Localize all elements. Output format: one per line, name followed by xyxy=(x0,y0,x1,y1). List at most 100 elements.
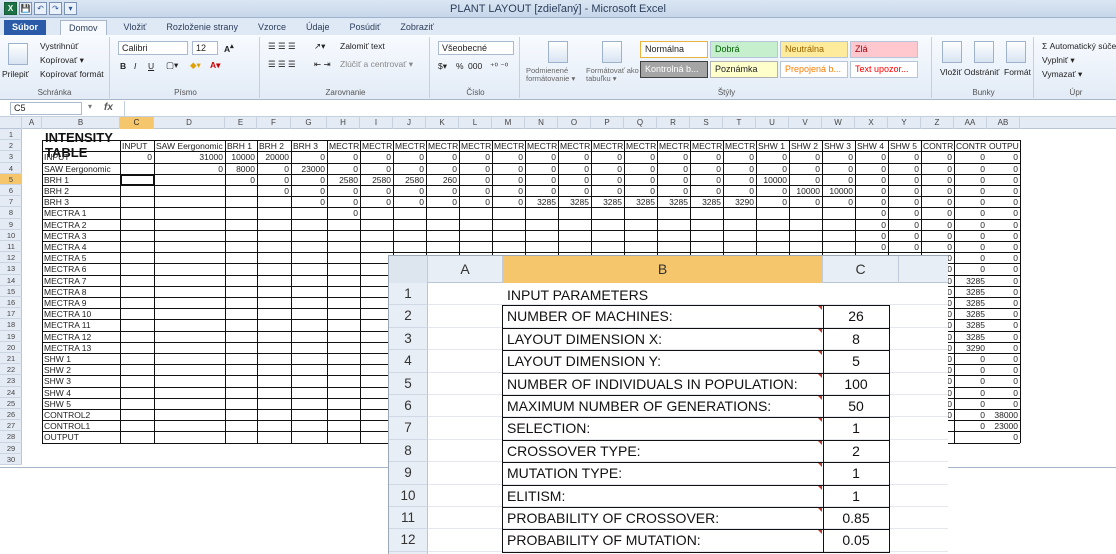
table-cell[interactable]: 0 xyxy=(360,164,393,174)
table-cell[interactable]: 0 xyxy=(987,152,1020,162)
column-header-t[interactable]: T xyxy=(723,117,756,129)
column-header-ab[interactable]: AB xyxy=(987,117,1020,129)
format-as-table-icon[interactable] xyxy=(602,41,622,63)
table-cell[interactable]: 0 xyxy=(327,164,360,174)
table-cell[interactable]: 0 xyxy=(756,152,789,162)
table-cell[interactable]: 0 xyxy=(987,320,1020,330)
table-cell[interactable]: 0 xyxy=(954,421,987,431)
table-cell[interactable]: 0 xyxy=(525,152,558,162)
font-size-combo[interactable]: 12 xyxy=(192,41,218,55)
copy-button[interactable]: Kopírovať ▾ xyxy=(40,55,84,66)
table-cell[interactable]: 0 xyxy=(591,175,624,185)
overlay-row-header-7[interactable]: 7 xyxy=(389,417,428,440)
table-cell[interactable]: 0 xyxy=(789,197,822,207)
tab-page-layout[interactable]: Rozloženie strany xyxy=(163,20,241,35)
table-cell[interactable]: 0 xyxy=(921,242,954,252)
table-cell[interactable]: 0 xyxy=(690,164,723,174)
column-header-m[interactable]: M xyxy=(492,117,525,129)
row-header-8[interactable]: 8 xyxy=(0,207,22,219)
table-cell[interactable]: 0 xyxy=(756,186,789,196)
parameter-value[interactable]: 0.85 xyxy=(823,508,889,529)
table-cell[interactable]: 0 xyxy=(921,186,954,196)
overlay-row-header-2[interactable]: 2 xyxy=(389,305,428,328)
table-cell[interactable]: 0 xyxy=(492,175,525,185)
table-cell[interactable]: 0 xyxy=(987,432,1020,442)
fill-button[interactable]: Vyplniť ▾ xyxy=(1042,55,1075,66)
table-cell[interactable]: 0 xyxy=(327,186,360,196)
row-header-20[interactable]: 20 xyxy=(0,342,22,353)
table-cell[interactable]: 0 xyxy=(954,399,987,409)
table-cell[interactable]: 10000 xyxy=(225,152,257,162)
orientation-icon[interactable]: ↗▾ xyxy=(314,41,325,52)
paste-icon[interactable] xyxy=(8,43,28,65)
table-cell[interactable]: 0 xyxy=(690,186,723,196)
table-cell[interactable]: 0 xyxy=(954,388,987,398)
table-cell[interactable]: 23000 xyxy=(291,164,327,174)
table-cell[interactable]: 0 xyxy=(591,152,624,162)
table-cell[interactable]: 0 xyxy=(987,399,1020,409)
overlay-row-header-10[interactable]: 10 xyxy=(389,484,428,507)
row-header-16[interactable]: 16 xyxy=(0,297,22,309)
column-header-u[interactable]: U xyxy=(756,117,789,129)
table-cell[interactable]: 0 xyxy=(690,152,723,162)
table-cell[interactable]: 0 xyxy=(327,197,360,207)
font-name-combo[interactable]: Calibri xyxy=(118,41,188,55)
table-cell[interactable]: 0 xyxy=(987,164,1020,174)
insert-function-button[interactable]: fx xyxy=(104,102,113,113)
table-cell[interactable]: 0 xyxy=(921,220,954,230)
row-header-25[interactable]: 25 xyxy=(0,398,22,409)
table-cell[interactable]: 0 xyxy=(657,152,690,162)
conditional-format-icon[interactable] xyxy=(548,41,568,63)
column-header-aa[interactable]: AA xyxy=(954,117,987,129)
table-cell[interactable]: 0 xyxy=(624,186,657,196)
row-header-18[interactable]: 18 xyxy=(0,319,22,331)
table-cell[interactable]: 0 xyxy=(954,152,987,162)
row-header-29[interactable]: 29 xyxy=(0,443,22,454)
name-box[interactable]: C5 xyxy=(10,102,82,115)
table-cell[interactable]: 3285 xyxy=(954,309,987,319)
autosum-button[interactable]: Σ Automatický súčet xyxy=(1042,41,1116,51)
table-cell[interactable]: 2580 xyxy=(360,175,393,185)
table-cell[interactable]: 0 xyxy=(855,197,888,207)
italic-button[interactable]: I xyxy=(134,61,136,71)
table-cell[interactable]: 0 xyxy=(657,164,690,174)
overlay-column-header-b[interactable]: B xyxy=(503,256,823,283)
conditional-format-button[interactable]: Podmienené formátovanie ▾ xyxy=(526,67,586,83)
table-cell[interactable]: 0 xyxy=(987,365,1020,375)
clear-button[interactable]: Vymazať ▾ xyxy=(1042,69,1082,80)
row-header-17[interactable]: 17 xyxy=(0,308,22,320)
table-cell[interactable]: 0 xyxy=(426,197,459,207)
parameter-value[interactable]: 2 xyxy=(823,441,889,462)
overlay-row-header-4[interactable]: 4 xyxy=(389,350,428,373)
table-cell[interactable]: 0 xyxy=(888,208,921,218)
table-cell[interactable]: 0 xyxy=(291,152,327,162)
parameter-value[interactable]: 1 xyxy=(823,418,889,439)
table-cell[interactable]: 0 xyxy=(888,231,921,241)
table-cell[interactable]: 0 xyxy=(257,164,291,174)
table-cell[interactable]: 0 xyxy=(954,242,987,252)
delete-cells-icon[interactable] xyxy=(974,41,994,63)
parameter-value[interactable]: 8 xyxy=(823,329,889,350)
column-header-r[interactable]: R xyxy=(657,117,690,129)
table-cell[interactable]: 0 xyxy=(558,164,591,174)
currency-icon[interactable]: $▾ xyxy=(438,61,447,72)
table-cell[interactable]: 0 xyxy=(291,175,327,185)
table-cell[interactable]: 0 xyxy=(987,343,1020,353)
table-cell[interactable]: 10000 xyxy=(756,175,789,185)
table-cell[interactable]: 0 xyxy=(822,175,855,185)
table-cell[interactable]: 3285 xyxy=(690,197,723,207)
table-cell[interactable]: 3285 xyxy=(657,197,690,207)
table-cell[interactable]: 3285 xyxy=(558,197,591,207)
cell-style-2[interactable]: Dobrá xyxy=(710,41,778,58)
table-cell[interactable]: 0 xyxy=(624,164,657,174)
row-header-27[interactable]: 27 xyxy=(0,420,22,432)
table-cell[interactable]: 0 xyxy=(459,152,492,162)
row-header-23[interactable]: 23 xyxy=(0,375,22,387)
overlay-row-header-9[interactable]: 9 xyxy=(389,462,428,485)
table-cell[interactable]: 0 xyxy=(393,164,426,174)
table-cell[interactable]: 0 xyxy=(558,186,591,196)
table-cell[interactable]: 0 xyxy=(855,186,888,196)
parameter-value[interactable]: 0.05 xyxy=(823,530,889,551)
overlay-row-header-1[interactable]: 1 xyxy=(389,283,428,306)
table-cell[interactable]: 31000 xyxy=(154,152,225,162)
